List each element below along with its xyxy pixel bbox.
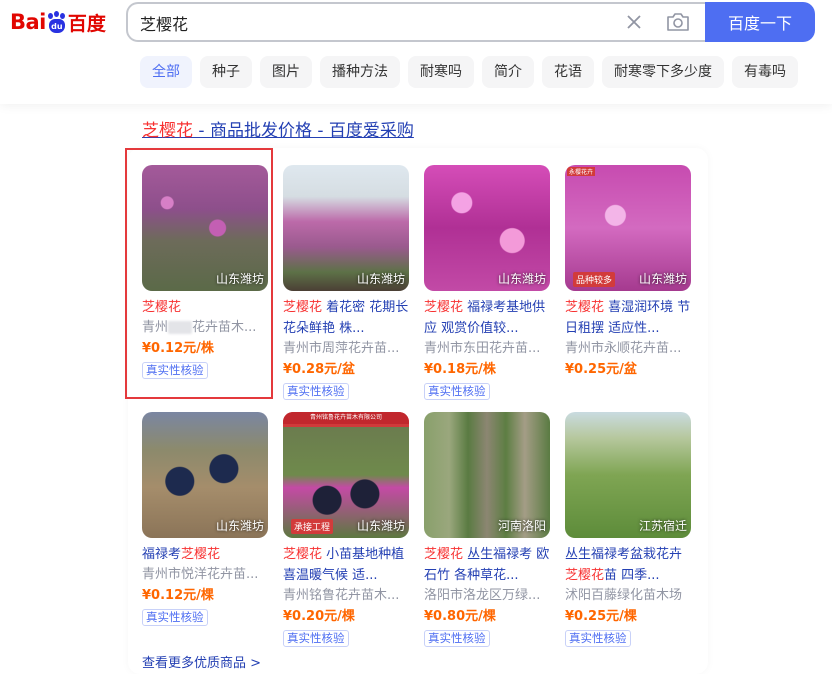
product-image[interactable]: 青州铭鲁花卉苗木有限公司 承接工程 山东潍坊	[283, 412, 409, 538]
paw-icon: du	[47, 11, 67, 33]
selection-highlight-box	[125, 148, 273, 399]
product-name-highlight: 芝樱花	[424, 547, 464, 562]
product-image[interactable]: 江苏宿迁	[565, 412, 691, 538]
product-card[interactable]: 山东潍坊 芝樱花 着花密 花期长 花朵鲜艳 株... 青州市周萍花卉苗... ¥…	[283, 165, 411, 400]
image-bottom-label: 承接工程	[291, 519, 334, 534]
baidu-logo[interactable]: Bai du 百度	[10, 4, 106, 40]
verified-badge: 真实性核验	[424, 630, 490, 647]
verified-badge: 真实性核验	[142, 609, 208, 626]
verified-badge: 真实性核验	[565, 630, 631, 647]
tab-sowing[interactable]: 播种方法	[320, 56, 400, 88]
verified-badge: 真实性核验	[424, 383, 490, 400]
product-name[interactable]: 芝樱花 丛生福禄考 欧石竹 各种草花...	[424, 544, 552, 586]
product-location: 山东潍坊	[638, 272, 687, 286]
clear-icon[interactable]	[624, 12, 644, 32]
product-name-highlight: 芝樱花	[565, 568, 605, 583]
product-price: ¥0.18元/株	[424, 362, 496, 377]
product-location: 河南洛阳	[497, 519, 546, 533]
more-products-link[interactable]: 查看更多优质商品 >	[142, 652, 261, 671]
product-card[interactable]: 山东潍坊 福禄考芝樱花 青州市悦洋花卉苗... ¥0.12元/棵 真实性核验	[142, 412, 270, 626]
image-banner: 青州铭鲁花卉苗木有限公司	[283, 412, 409, 424]
product-price: ¥0.12元/棵	[142, 588, 214, 603]
product-price: ¥0.80元/棵	[424, 609, 496, 624]
product-name-highlight: 芝樱花	[181, 547, 221, 562]
product-name-highlight: 芝樱花	[283, 300, 323, 315]
header-bar: Bai du 百度 百度一下 全部 种子 图片 播种方法 耐寒吗 简介 花语 耐…	[0, 0, 832, 104]
product-card[interactable]: 江苏宿迁 丛生福禄考盆栽花卉 芝樱花苗 四季... 沭阳百藤绿化苗木场 ¥0.2…	[565, 412, 693, 647]
product-location: 山东潍坊	[356, 272, 405, 286]
product-price: ¥0.28元/盆	[283, 362, 355, 377]
verified-badge: 真实性核验	[283, 383, 349, 400]
product-location: 山东潍坊	[215, 519, 264, 533]
camera-icon[interactable]	[666, 11, 690, 33]
result-title-highlight: 芝樱花	[142, 121, 193, 141]
tab-all[interactable]: 全部	[140, 56, 192, 88]
product-seller: 青州市周萍花卉苗...	[283, 341, 400, 356]
logo-cn-text: 百度	[67, 12, 106, 35]
search-button[interactable]: 百度一下	[705, 2, 815, 42]
product-image[interactable]: 永樱花卉 品种较多 山东潍坊	[565, 165, 691, 291]
product-seller: 青州铭鲁花卉苗木...	[283, 588, 400, 603]
logo-paw-text: du	[48, 19, 65, 33]
product-seller: 沭阳百藤绿化苗木场	[565, 588, 683, 603]
search-input[interactable]	[140, 11, 600, 35]
search-box	[126, 2, 706, 42]
tab-flower-language[interactable]: 花语	[542, 56, 594, 88]
tab-images[interactable]: 图片	[260, 56, 312, 88]
product-name-rest: 苗 四季...	[604, 568, 660, 583]
product-name-highlight: 芝樱花	[283, 547, 323, 562]
product-name-highlight: 芝樱花	[424, 300, 464, 315]
product-name-prefix: 福禄考	[142, 547, 182, 562]
product-seller: 青州市悦洋花卉苗...	[142, 567, 259, 582]
product-card[interactable]: 永樱花卉 品种较多 山东潍坊 芝樱花 喜湿润环境 节日租摆 适应性... 青州市…	[565, 165, 693, 380]
product-name[interactable]: 芝樱花 小苗基地种植 喜温暖气候 适...	[283, 544, 411, 586]
product-card[interactable]: 青州铭鲁花卉苗木有限公司 承接工程 山东潍坊 芝樱花 小苗基地种植 喜温暖气候 …	[283, 412, 411, 647]
product-location: 山东潍坊	[497, 272, 546, 286]
product-card[interactable]: 河南洛阳 芝樱花 丛生福禄考 欧石竹 各种草花... 洛阳市洛龙区万绿... ¥…	[424, 412, 552, 647]
tab-cold-hardy[interactable]: 耐寒吗	[408, 56, 474, 88]
product-location: 江苏宿迁	[638, 519, 687, 533]
product-name[interactable]: 芝樱花 喜湿润环境 节日租摆 适应性...	[565, 297, 693, 339]
product-name-highlight: 芝樱花	[565, 300, 605, 315]
image-bottom-label: 品种较多	[573, 272, 616, 287]
result-title-link[interactable]: 芝樱花 - 商品批发价格 - 百度爱采购	[142, 116, 414, 141]
product-name[interactable]: 芝樱花 福禄考基地供应 观赏价值较...	[424, 297, 552, 339]
product-location: 山东潍坊	[356, 519, 405, 533]
product-name[interactable]: 福禄考芝樱花	[142, 544, 270, 565]
tab-seeds[interactable]: 种子	[200, 56, 252, 88]
image-tag: 永樱花卉	[567, 167, 596, 176]
suggestion-tabs: 全部 种子 图片 播种方法 耐寒吗 简介 花语 耐寒零下多少度 有毒吗	[140, 56, 798, 88]
product-price: ¥0.20元/棵	[283, 609, 355, 624]
product-name-prefix: 丛生福禄考盆栽花卉	[565, 547, 683, 562]
product-image[interactable]: 河南洛阳	[424, 412, 550, 538]
product-seller: 青州市东田花卉苗...	[424, 341, 541, 356]
tab-cold-degrees[interactable]: 耐寒零下多少度	[602, 56, 724, 88]
result-title-rest: - 商品批发价格 - 百度爱采购	[193, 121, 414, 141]
product-name[interactable]: 丛生福禄考盆栽花卉 芝樱花苗 四季...	[565, 544, 693, 586]
product-price: ¥0.25元/盆	[565, 362, 637, 377]
product-image[interactable]: 山东潍坊	[283, 165, 409, 291]
verified-badge: 真实性核验	[283, 630, 349, 647]
tab-toxic[interactable]: 有毒吗	[732, 56, 798, 88]
product-price: ¥0.25元/棵	[565, 609, 637, 624]
product-seller: 青州市永顺花卉苗...	[565, 341, 682, 356]
product-card[interactable]: 山东潍坊 芝樱花 福禄考基地供应 观赏价值较... 青州市东田花卉苗... ¥0…	[424, 165, 552, 400]
product-image[interactable]: 山东潍坊	[424, 165, 550, 291]
product-seller: 洛阳市洛龙区万绿...	[424, 588, 541, 603]
tab-intro[interactable]: 简介	[482, 56, 534, 88]
product-name[interactable]: 芝樱花 着花密 花期长 花朵鲜艳 株...	[283, 297, 411, 339]
product-image[interactable]: 山东潍坊	[142, 412, 268, 538]
logo-latin-text: Bai	[10, 10, 46, 34]
